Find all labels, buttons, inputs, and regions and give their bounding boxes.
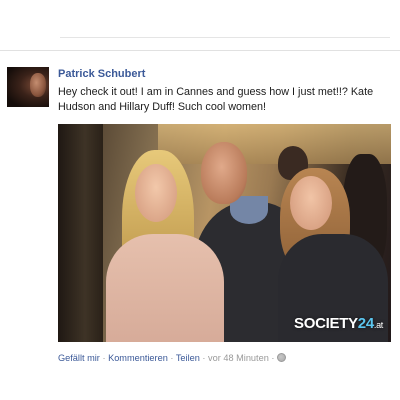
share-link[interactable]: Teilen (176, 353, 200, 363)
post-timestamp[interactable]: vor 48 Minuten (208, 353, 269, 363)
globe-icon[interactable] (277, 353, 286, 362)
post-actions-bar: Gefällt mir · Kommentieren · Teilen · vo… (58, 353, 286, 363)
post-photo[interactable]: SOCIETY24.at (58, 124, 391, 342)
avatar-face (30, 73, 46, 97)
like-link[interactable]: Gefällt mir (58, 353, 100, 363)
divider (0, 50, 400, 51)
avatar[interactable] (7, 67, 49, 107)
photo-watermark: SOCIETY24.at (294, 315, 383, 332)
comment-link[interactable]: Kommentieren (108, 353, 168, 363)
divider (60, 37, 390, 38)
post-message: Hey check it out! I am in Cannes and gue… (58, 86, 374, 113)
post-author-name[interactable]: Patrick Schubert (58, 68, 145, 80)
